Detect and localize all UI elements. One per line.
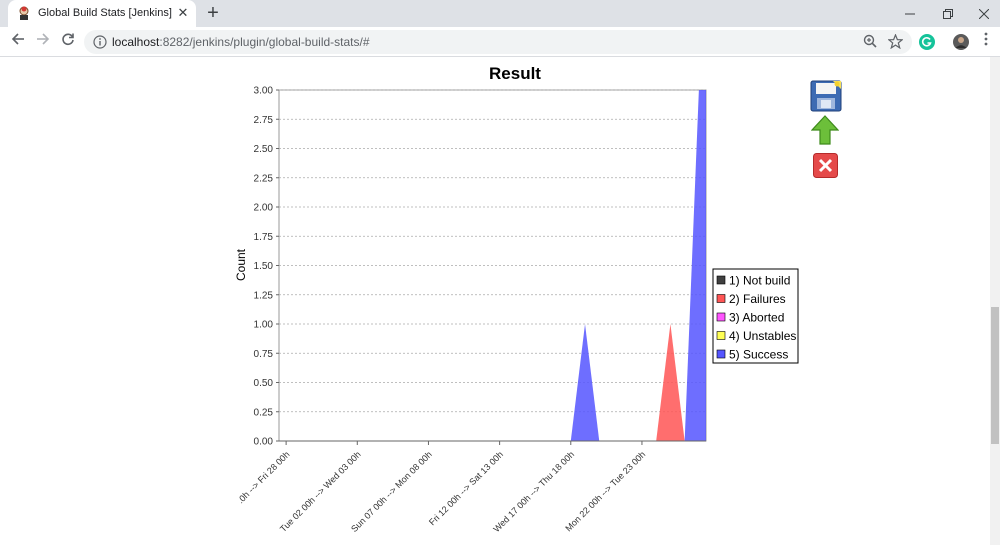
x-tick-label: Wed 17 00h --> Thu 18 00h (491, 449, 576, 534)
x-tick-label: .0h --> Fri 28 00h (235, 449, 291, 505)
legend-swatch (716, 312, 726, 322)
grammarly-extension-icon[interactable] (918, 33, 936, 51)
y-tick-label: 2.75 (254, 115, 274, 126)
address-bar[interactable]: localhost:8282/jenkins/plugin/global-bui… (84, 30, 912, 54)
x-tick-label: Mon 22 00h --> Tue 23 00h (563, 449, 647, 533)
forward-icon[interactable] (33, 32, 53, 52)
x-tick-label: Sun 07 00h --> Mon 08 00h (349, 449, 434, 534)
save-icon[interactable] (810, 80, 842, 112)
legend-swatch (716, 331, 726, 340)
close-icon[interactable] (966, 0, 1000, 27)
plot-area: 0.00 0.25 0.50 0.75 1.00 1.25 1.50 1.75 2.00 2.25… (235, 86, 707, 534)
legend-label: 3) Aborted (729, 311, 784, 325)
bookmark-star-icon[interactable] (886, 33, 904, 50)
y-tick-label: 2.50 (254, 144, 274, 155)
legend-swatch (716, 349, 726, 359)
tab-strip: Global Build Stats [Jenkins] ✕ + (0, 0, 1000, 27)
restore-icon[interactable] (930, 0, 966, 27)
zoom-icon[interactable] (862, 34, 878, 50)
y-tick-label: 0.75 (254, 349, 274, 360)
new-tab-button[interactable]: + (203, 3, 223, 23)
minimize-icon[interactable] (892, 0, 928, 27)
y-tick-label: 1.25 (254, 290, 274, 301)
page-scrollbar-thumb[interactable] (991, 307, 999, 444)
legend-swatch (716, 275, 726, 285)
legend-label: 1) Not build (729, 274, 790, 288)
y-tick-label: 0.25 (254, 407, 274, 418)
legend-label: 4) Unstables (729, 329, 796, 343)
url-text[interactable]: localhost:8282/jenkins/plugin/global-bui… (112, 35, 370, 49)
page-scrollbar[interactable] (990, 57, 1000, 545)
y-tick-label: 2.25 (254, 173, 274, 184)
chart-legend: 1) Not build 2) Failures 3) Aborted 4) Unst… (712, 268, 799, 364)
browser-tab[interactable]: Global Build Stats [Jenkins] ✕ (8, 0, 196, 27)
back-icon[interactable] (8, 32, 28, 52)
move-up-arrow-icon[interactable] (810, 115, 840, 145)
tab-title: Global Build Stats [Jenkins] (38, 7, 172, 19)
jenkins-favicon-icon (19, 6, 29, 20)
y-tick-label: 1.75 (254, 232, 274, 243)
legend-label: 5) Success (729, 348, 788, 362)
url-path: :8282/jenkins/plugin/global-build-stats/… (159, 35, 370, 49)
reload-icon[interactable] (58, 32, 78, 52)
y-tick-label: 3.00 (254, 86, 274, 97)
x-tick-label: Fri 12 00h --> Sat 13 00h (427, 449, 505, 527)
y-tick-label: 1.50 (254, 261, 274, 272)
chart-title: Result (489, 64, 541, 83)
y-tick-label: 2.00 (254, 203, 274, 214)
avatar[interactable] (952, 33, 970, 51)
chart-canvas: Result Count 0.00 0.25 0.50 0.75 1.00 1.25 1.5… (234, 64, 799, 534)
y-tick-label: 0.50 (254, 378, 274, 389)
y-tick-label: 1.00 (254, 320, 274, 331)
url-host: localhost (112, 35, 160, 49)
legend-swatch (716, 294, 726, 303)
browser-toolbar: localhost:8282/jenkins/plugin/global-bui… (0, 27, 1000, 57)
site-info-icon[interactable] (93, 35, 107, 49)
build-results-chart: Result Count 0.00 0.25 0.50 0.75 1.00 1.25 1.5… (225, 57, 805, 545)
browser-menu-icon[interactable] (976, 32, 996, 52)
y-tick-label: 0.00 (254, 437, 274, 448)
y-axis-label: Count (234, 248, 248, 281)
tab-close-icon[interactable]: ✕ (176, 6, 190, 20)
delete-icon[interactable] (813, 153, 838, 178)
legend-label: 2) Failures (729, 292, 786, 306)
x-tick-label: Tue 02 00h --> Wed 03 00h (278, 449, 363, 534)
